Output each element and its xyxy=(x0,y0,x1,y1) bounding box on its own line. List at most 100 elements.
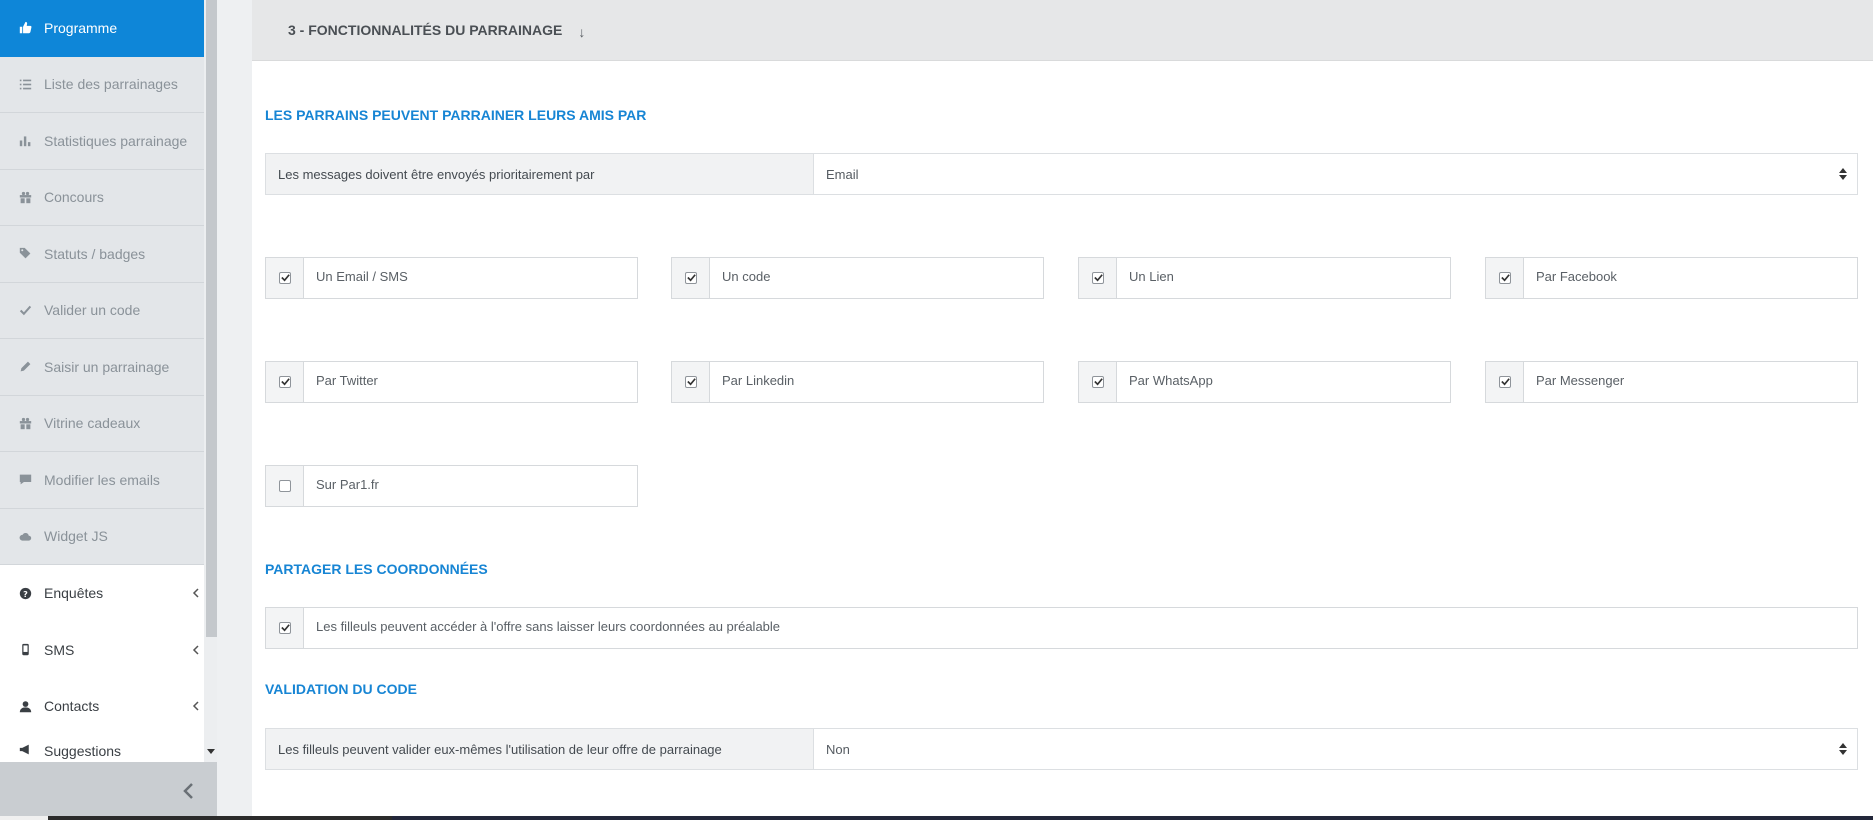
collapse-sidebar-icon[interactable] xyxy=(181,782,197,800)
sidebar-item-label: SMS xyxy=(44,641,75,658)
sidebar-item-label: Contacts xyxy=(44,698,100,715)
option-code: Un code xyxy=(671,257,1044,299)
tags-icon xyxy=(18,247,32,261)
check-icon xyxy=(18,303,32,317)
option-email-sms: Un Email / SMS xyxy=(265,257,638,299)
sidebar-item-label: Suggestions xyxy=(44,742,122,759)
checkmark-icon xyxy=(1500,274,1510,282)
section-title-parrainer: LES PARRAINS PEUVENT PARRAINER LEURS AMI… xyxy=(265,107,647,123)
sidebar-item-label: Statuts / badges xyxy=(44,245,146,262)
checkbox-whatsapp[interactable] xyxy=(1091,376,1104,388)
sidebar-item-contacts[interactable]: Contacts xyxy=(0,678,204,735)
code-validation-value: Non xyxy=(826,741,850,757)
checkmark-icon xyxy=(1093,274,1103,282)
option-linkedin: Par Linkedin xyxy=(671,361,1044,403)
sidebar-item-programme[interactable]: Programme xyxy=(0,0,204,57)
option-twitter: Par Twitter xyxy=(265,361,638,403)
checkbox-linkedin[interactable] xyxy=(684,376,697,388)
sidebar-item-statistiques[interactable]: Statistiques parrainage xyxy=(0,113,204,170)
option-label: Un Lien xyxy=(1117,258,1450,298)
chevron-left-icon xyxy=(192,645,199,655)
checkmark-icon xyxy=(686,378,696,386)
section-title-coordonnees: PARTAGER LES COORDONNÉES xyxy=(265,561,488,577)
sidebar-footer xyxy=(0,762,217,820)
checkmark-icon xyxy=(280,624,290,632)
option-label: Par Twitter xyxy=(304,362,637,402)
cloud-icon xyxy=(18,529,32,543)
sidebar-item-label: Vitrine cadeaux xyxy=(44,415,141,432)
sidebar-item-label: Statistiques parrainage xyxy=(44,132,188,149)
option-share-coordinates: Les filleuls peuvent accéder à l'offre s… xyxy=(265,607,1858,649)
section-title-validation: VALIDATION DU CODE xyxy=(265,681,417,697)
sidebar-item-modifier-emails[interactable]: Modifier les emails xyxy=(0,452,204,509)
select-caret-icon xyxy=(1839,168,1847,180)
panel-header[interactable]: 3 - FONCTIONNALITÉS DU PARRAINAGE ↓ xyxy=(252,0,1873,61)
main-panel: 3 - FONCTIONNALITÉS DU PARRAINAGE ↓ LES … xyxy=(252,0,1873,820)
checkbox-twitter[interactable] xyxy=(278,376,291,388)
sidebar-item-suggestions[interactable]: Suggestions xyxy=(0,734,204,765)
sidebar-item-statuts-badges[interactable]: Statuts / badges xyxy=(0,226,204,283)
megaphone-icon xyxy=(18,743,32,757)
select-caret-icon xyxy=(1839,743,1847,755)
sidebar-item-widget-js[interactable]: Widget JS xyxy=(0,508,204,565)
sidebar-item-liste-parrainages[interactable]: Liste des parrainages xyxy=(0,56,204,113)
option-messenger: Par Messenger xyxy=(1485,361,1858,403)
checkbox-par1[interactable] xyxy=(278,480,291,492)
sidebar-item-sms[interactable]: SMS xyxy=(0,621,204,678)
checkbox-facebook[interactable] xyxy=(1498,272,1511,284)
window-bottom-edge xyxy=(0,816,1873,820)
sidebar-item-label: Modifier les emails xyxy=(44,471,160,488)
svg-text:?: ? xyxy=(23,589,28,599)
option-label: Par Messenger xyxy=(1524,362,1857,402)
thumbs-up-icon xyxy=(18,21,32,35)
sidebar-item-label: Enquêtes xyxy=(44,585,104,602)
scroll-down-arrow-icon[interactable] xyxy=(207,747,215,755)
priority-channel-select[interactable]: Email xyxy=(814,154,1857,194)
mobile-icon xyxy=(18,643,32,657)
gift-icon xyxy=(18,190,32,204)
gift-icon xyxy=(18,416,32,430)
option-whatsapp: Par WhatsApp xyxy=(1078,361,1451,403)
checkbox-share-coordinates[interactable] xyxy=(278,622,291,634)
sidebar-item-valider-code[interactable]: Valider un code xyxy=(0,282,204,339)
user-icon xyxy=(18,699,32,713)
comment-icon xyxy=(18,473,32,487)
priority-channel-label: Les messages doivent être envoyés priori… xyxy=(266,154,814,194)
option-label: Par Facebook xyxy=(1524,258,1857,298)
option-label: Un code xyxy=(710,258,1043,298)
code-validation-select[interactable]: Non xyxy=(814,729,1857,769)
priority-channel-value: Email xyxy=(826,166,859,182)
checkbox-email-sms[interactable] xyxy=(278,272,291,284)
list-icon xyxy=(18,77,32,91)
sidebar-item-label: Saisir un parrainage xyxy=(44,358,170,375)
option-par1: Sur Par1.fr xyxy=(265,465,638,507)
chevron-left-icon xyxy=(192,588,199,598)
priority-channel-row: Les messages doivent être envoyés priori… xyxy=(265,153,1858,195)
checkbox-messenger[interactable] xyxy=(1498,376,1511,388)
sidebar-item-saisir-parrainage[interactable]: Saisir un parrainage xyxy=(0,339,204,396)
checkbox-lien[interactable] xyxy=(1091,272,1104,284)
arrow-down-icon: ↓ xyxy=(578,24,586,40)
option-lien: Un Lien xyxy=(1078,257,1451,299)
checkbox-code[interactable] xyxy=(684,272,697,284)
sidebar-item-label: Concours xyxy=(44,189,104,206)
option-facebook: Par Facebook xyxy=(1485,257,1858,299)
sidebar-item-concours[interactable]: Concours xyxy=(0,169,204,226)
checkmark-icon xyxy=(280,378,290,386)
checkmark-icon xyxy=(686,274,696,282)
option-label: Un Email / SMS xyxy=(304,258,637,298)
code-validation-row: Les filleuls peuvent valider eux-mêmes l… xyxy=(265,728,1858,770)
sidebar-item-label: Liste des parrainages xyxy=(44,76,178,93)
sidebar-item-label: Widget JS xyxy=(44,528,108,545)
option-label: Par WhatsApp xyxy=(1117,362,1450,402)
option-label: Sur Par1.fr xyxy=(304,466,637,506)
checkmark-icon xyxy=(280,274,290,282)
sidebar-item-enquetes[interactable]: ? Enquêtes xyxy=(0,565,204,622)
sidebar-scrollbar-thumb[interactable] xyxy=(206,0,217,637)
question-circle-icon: ? xyxy=(18,586,32,600)
checkmark-icon xyxy=(1500,378,1510,386)
checkmark-icon xyxy=(1093,378,1103,386)
sidebar-item-label: Programme xyxy=(44,19,118,36)
code-validation-label: Les filleuls peuvent valider eux-mêmes l… xyxy=(266,729,814,769)
sidebar-item-vitrine-cadeaux[interactable]: Vitrine cadeaux xyxy=(0,395,204,452)
